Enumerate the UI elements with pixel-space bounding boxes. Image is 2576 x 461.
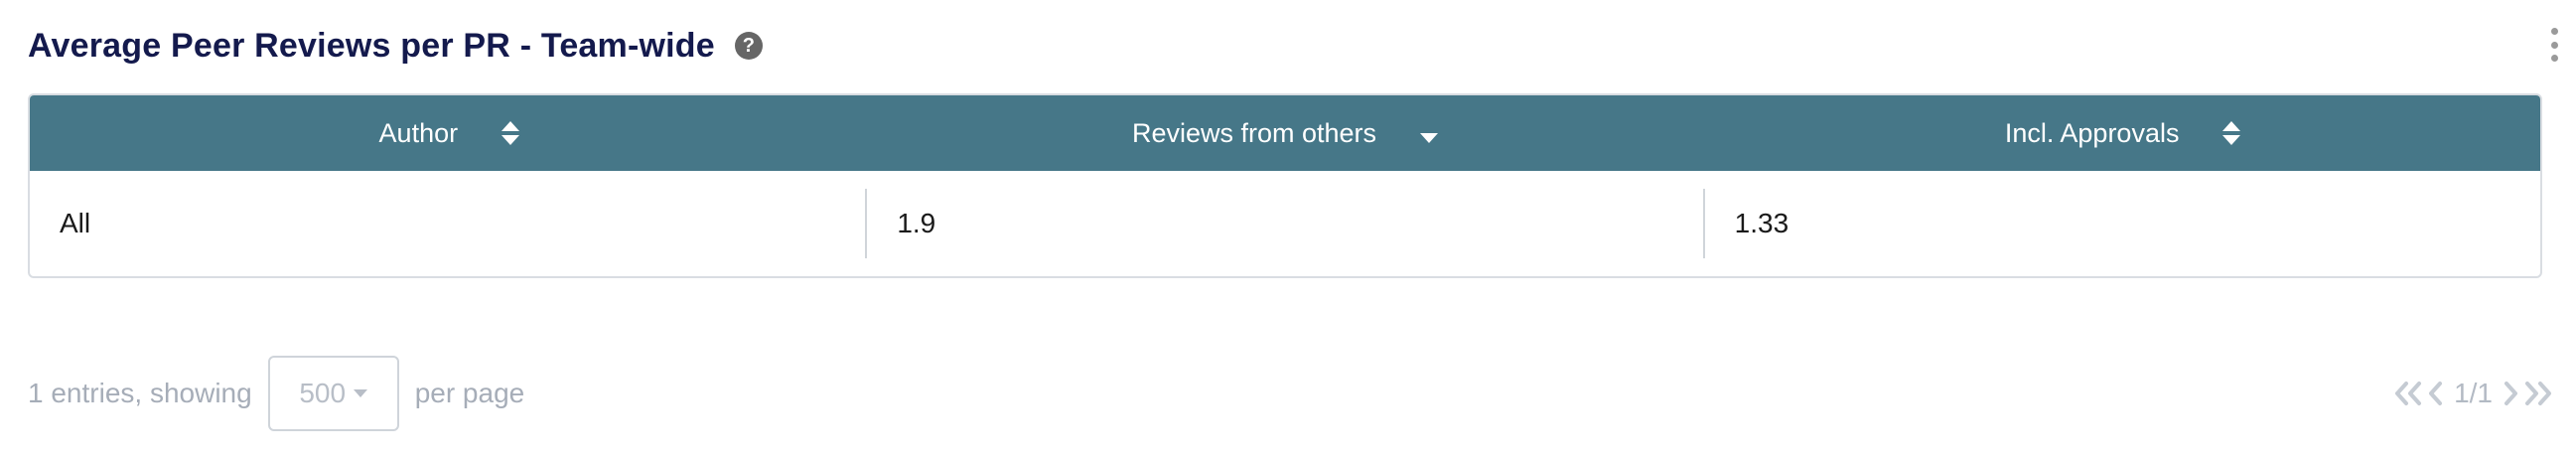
- table-row: All 1.9 1.33: [30, 171, 2540, 276]
- sort-descending-icon: [1420, 133, 1439, 143]
- widget: Average Peer Reviews per PR - Team-wide …: [0, 0, 2576, 461]
- double-chevron-right-icon: [2525, 382, 2551, 405]
- table-footer: 1 entries, showing 500 per page: [28, 354, 524, 433]
- pagination: 1/1: [2392, 374, 2554, 413]
- per-page-value: 500: [299, 378, 347, 408]
- chevron-left-icon: [2429, 382, 2443, 405]
- table-body: All 1.9 1.33: [30, 171, 2540, 276]
- widget-title: Average Peer Reviews per PR - Team-wide: [28, 26, 715, 65]
- table-cell-incl-approvals: 1.33: [1702, 189, 2540, 258]
- page-indicator: 1/1: [2454, 378, 2493, 408]
- column-header-label: Author: [378, 117, 459, 148]
- kebab-dot: [2550, 55, 2558, 62]
- next-page-button[interactable]: [2501, 381, 2520, 406]
- entries-count-text: 1 entries, showing: [28, 378, 252, 408]
- column-header-reviews-from-others[interactable]: Reviews from others: [867, 95, 1704, 171]
- data-table: Author Reviews from others Incl. Approva…: [28, 93, 2542, 278]
- previous-page-button[interactable]: [2426, 381, 2446, 406]
- widget-header: Average Peer Reviews per PR - Team-wide …: [28, 22, 763, 70]
- kebab-dot: [2550, 28, 2558, 35]
- first-page-button[interactable]: [2392, 381, 2426, 406]
- per-page-label: per page: [414, 378, 525, 408]
- column-header-incl-approvals[interactable]: Incl. Approvals: [1703, 95, 2540, 171]
- table-cell-author: All: [60, 208, 91, 238]
- sort-icon: [2222, 120, 2241, 146]
- last-page-button[interactable]: [2520, 381, 2554, 406]
- sort-icon: [501, 120, 520, 146]
- column-header-label: Incl. Approvals: [2004, 117, 2180, 148]
- chevron-right-icon: [2504, 382, 2517, 405]
- per-page-select[interactable]: 500: [267, 356, 399, 431]
- help-icon[interactable]: ?: [734, 32, 763, 60]
- column-header-author[interactable]: Author: [30, 95, 867, 171]
- double-chevron-left-icon: [2395, 382, 2422, 405]
- kebab-dot: [2550, 41, 2558, 49]
- kebab-menu-icon[interactable]: [2548, 28, 2560, 62]
- chevron-down-icon: [354, 389, 368, 397]
- table-cell-reviews-from-others: 1.9: [865, 189, 1702, 258]
- table-header: Author Reviews from others Incl. Approva…: [30, 95, 2540, 171]
- column-header-label: Reviews from others: [1131, 117, 1377, 148]
